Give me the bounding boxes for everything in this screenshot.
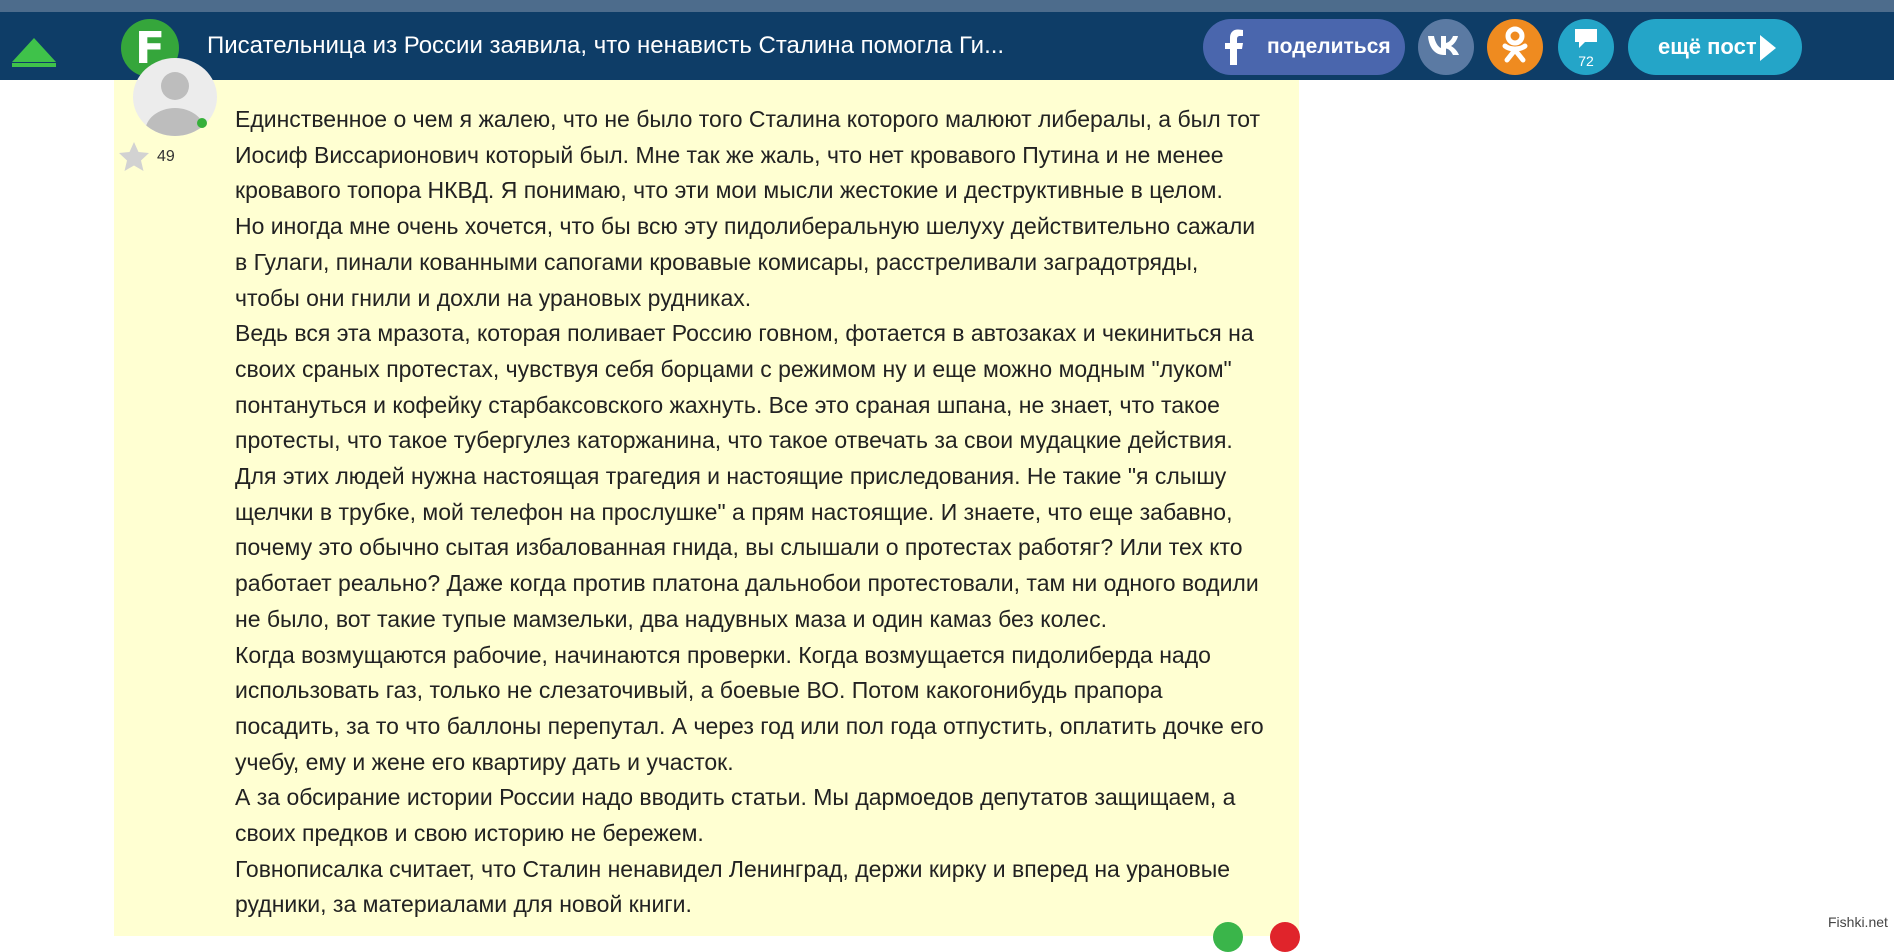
next-post-button[interactable]: ещё пост bbox=[1628, 19, 1802, 75]
odnoklassniki-icon bbox=[1500, 26, 1530, 68]
comment-line: своих сраных протестах, чувствуя себя бо… bbox=[235, 355, 1232, 382]
comment-line: А за обсирание истории России надо вводи… bbox=[235, 784, 1236, 811]
comment-line: щелчки в трубке, мой телефон на прослушк… bbox=[235, 498, 1233, 525]
comment-line: чтобы они гнили и дохли на урановых рудн… bbox=[235, 284, 752, 311]
user-rating: 49 bbox=[157, 148, 175, 165]
chevron-right-icon bbox=[1758, 33, 1778, 69]
facebook-share-label: поделиться bbox=[1267, 35, 1391, 58]
comment-text: Единственное о чем я жалею, что не было … bbox=[235, 102, 1300, 923]
vote-up-button[interactable] bbox=[1213, 922, 1243, 952]
facebook-icon bbox=[1223, 29, 1255, 65]
comment-line: протесты, что такое тубергулез каторжани… bbox=[235, 427, 1233, 454]
watermark: Fishki.net bbox=[1828, 914, 1888, 930]
comment-line: кровавого топора НКВД. Я понимаю, что эт… bbox=[235, 177, 1223, 204]
comment-line: в Гулаги, пинали кованными сапогами кров… bbox=[235, 248, 1199, 275]
comments-count: 72 bbox=[1578, 52, 1594, 69]
arrow-up-icon[interactable] bbox=[8, 32, 60, 72]
comment-line: почему это обычно сытая избалованная гни… bbox=[235, 534, 1243, 561]
comment-line: Но иногда мне очень хочется, что бы всю … bbox=[235, 213, 1256, 240]
comment-line: учебу, ему и жене его квартиру дать и уч… bbox=[235, 748, 734, 775]
comment-line: Говнописалка считает, что Сталин ненавид… bbox=[235, 855, 1231, 882]
comment-line: Единственное о чем я жалею, что не было … bbox=[235, 106, 1261, 132]
comment-line: Иосиф Виссарионович который был. Мне так… bbox=[235, 141, 1224, 168]
top-bar: F Писательница из России заявила, что не… bbox=[0, 12, 1894, 80]
next-post-label: ещё пост bbox=[1658, 34, 1757, 59]
star-icon bbox=[117, 140, 151, 174]
comment-line: посадить, за то что баллоны перепутал. А… bbox=[235, 712, 1264, 739]
comment-line: не было, вот такие тупые мамзельки, два … bbox=[235, 605, 1107, 632]
top-strip bbox=[0, 0, 1894, 12]
comment-line: Когда возмущаются рабочие, начинаются пр… bbox=[235, 641, 1211, 668]
facebook-share-button[interactable]: поделиться bbox=[1203, 19, 1405, 75]
comment-line: Для этих людей нужна настоящая трагедия … bbox=[235, 463, 1227, 490]
vote-down-button[interactable] bbox=[1270, 922, 1300, 952]
vk-share-button[interactable] bbox=[1418, 19, 1474, 75]
odnoklassniki-share-button[interactable] bbox=[1487, 19, 1543, 75]
comment-bubble-icon bbox=[1573, 27, 1599, 53]
comment-line: работает реально? Даже когда против плат… bbox=[235, 570, 1259, 597]
online-status-dot bbox=[197, 118, 207, 128]
comment-line: Ведь вся эта мразота, которая поливает Р… bbox=[235, 320, 1254, 347]
comment-line: рудники, за материалами для новой книги. bbox=[235, 891, 692, 918]
vk-icon bbox=[1427, 33, 1465, 61]
comment-line: своих предков и свою историю не бережем. bbox=[235, 820, 704, 847]
page-title: Писательница из России заявила, что нена… bbox=[207, 32, 1005, 59]
comments-button[interactable]: 72 bbox=[1558, 19, 1614, 75]
comment-line: использовать газ, только не слезаточивый… bbox=[235, 677, 1163, 704]
comment-line: понтануться и кофейку старбаксовского жа… bbox=[235, 391, 1220, 418]
